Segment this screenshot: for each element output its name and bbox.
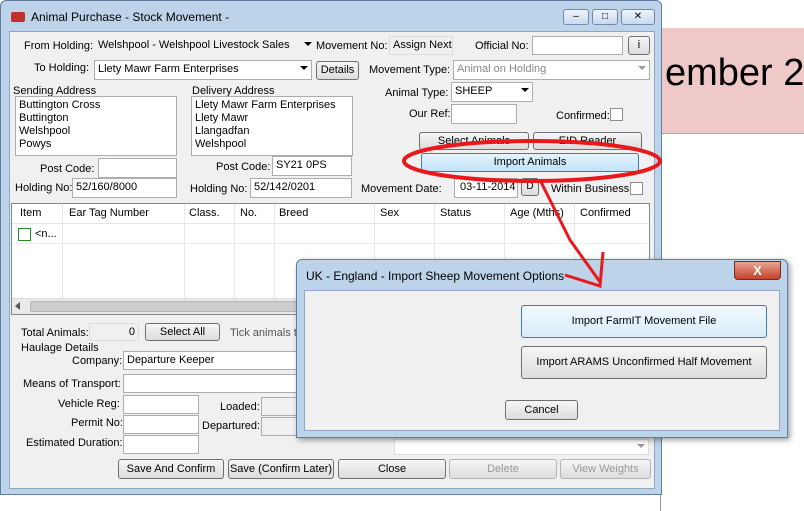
annotation-arrow	[538, 179, 602, 283]
highlight-ellipse	[402, 139, 662, 183]
annotation-overlay	[402, 139, 662, 288]
